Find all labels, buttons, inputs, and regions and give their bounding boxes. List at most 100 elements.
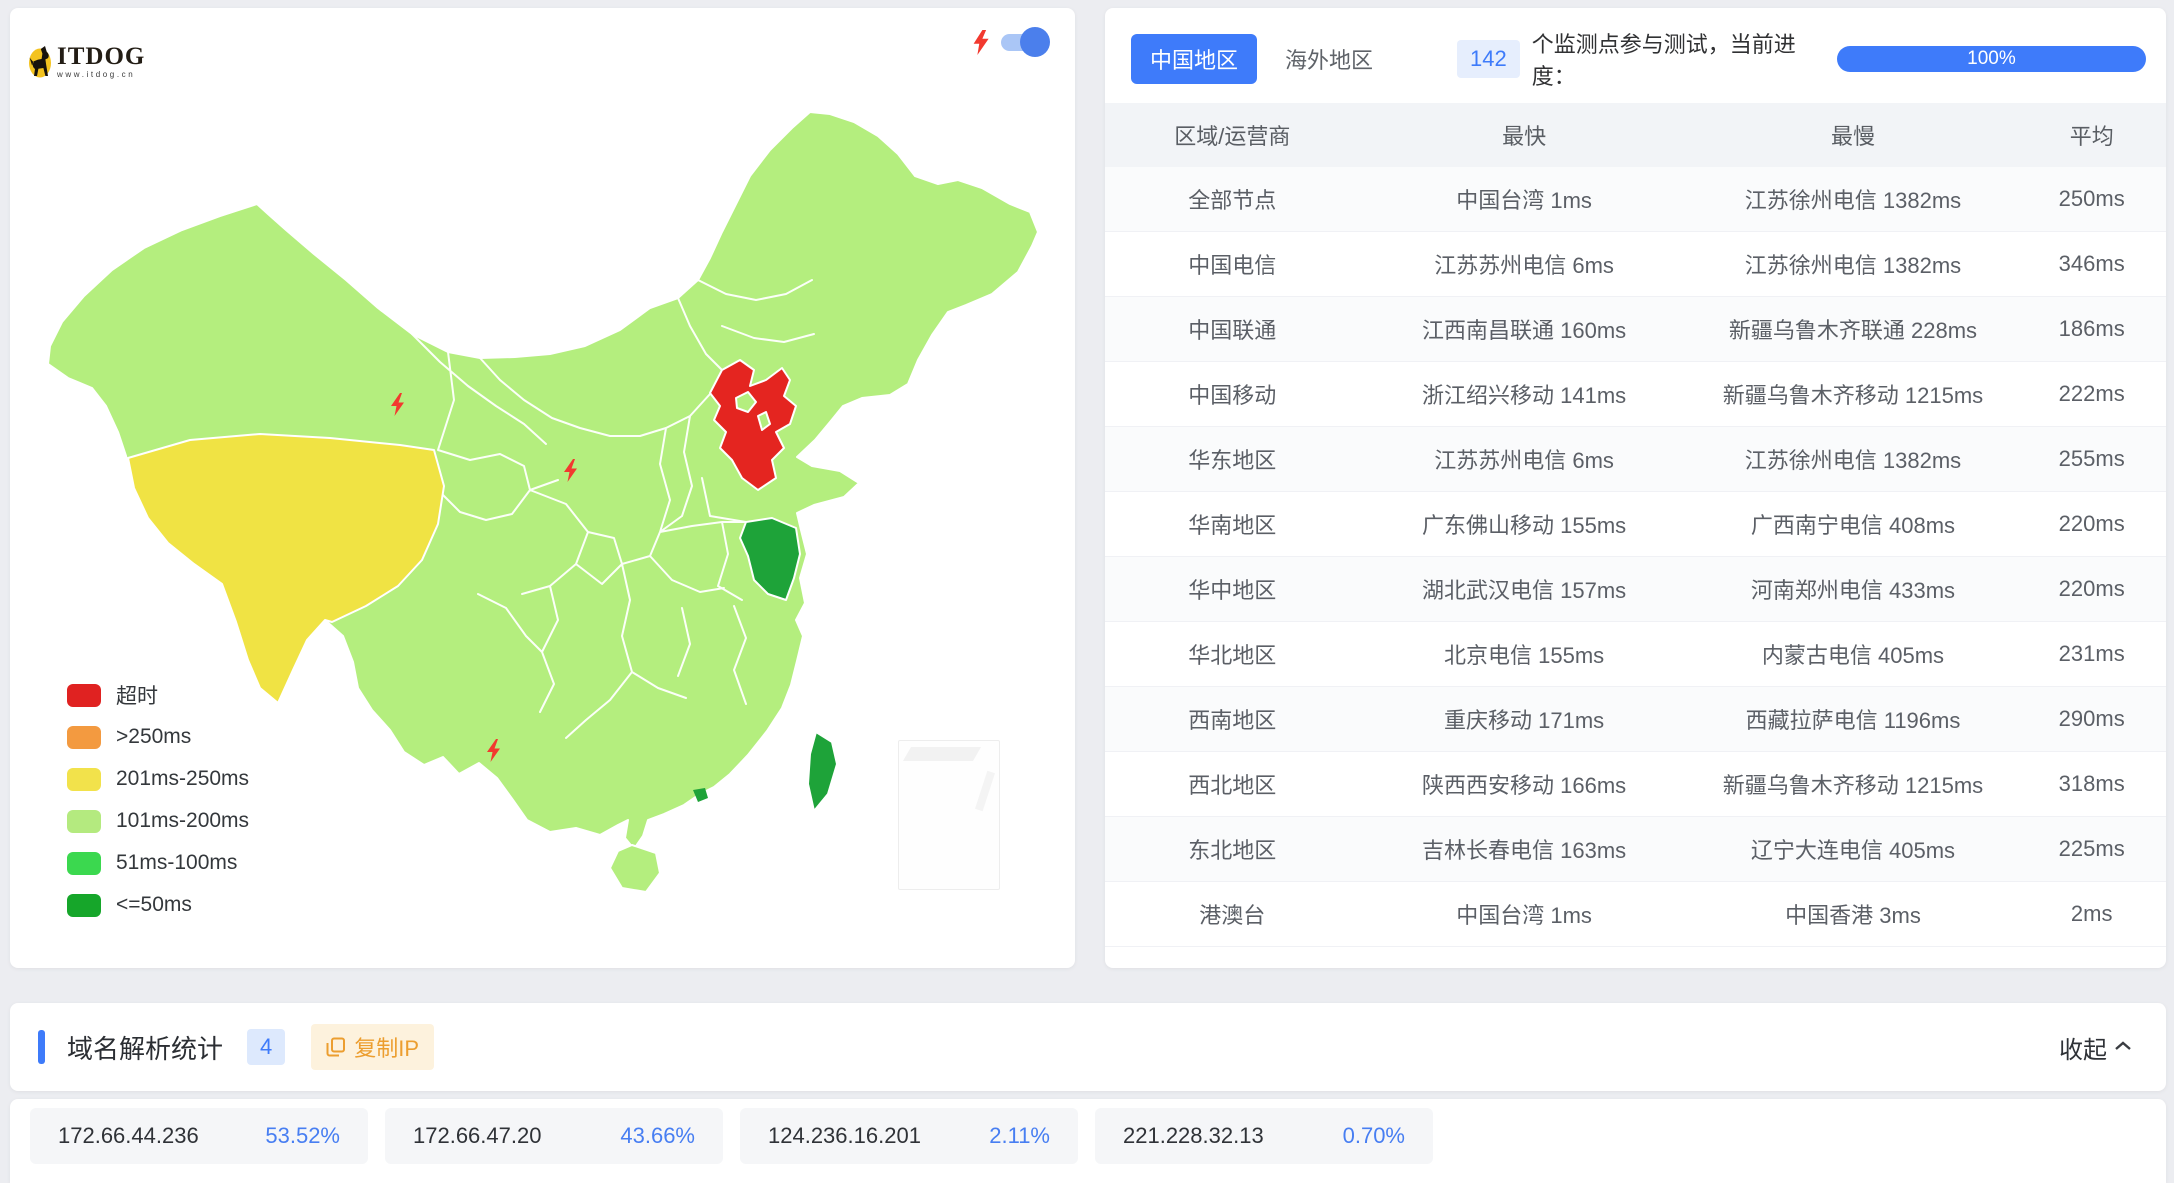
cell-region: 华东地区 [1105,443,1360,475]
legend-item: 101ms-200ms [67,809,249,833]
cell-slowest: 新疆乌鲁木齐移动 1215ms [1689,768,2018,800]
legend-label: >250ms [116,725,191,749]
cell-region: 港澳台 [1105,898,1360,930]
itdog-dog-icon [28,44,54,78]
ip-percent: 53.52% [265,1123,340,1149]
legend-swatch [67,768,101,791]
table-row: 中国联通 江西南昌联通 160ms 新疆乌鲁木齐联通 228ms 186ms [1105,297,2166,362]
cell-region: 华北地区 [1105,638,1360,670]
map-mode-toggle[interactable] [1001,34,1047,51]
tabs-row: 中国地区 海外地区 142 个监测点参与测试，当前进度： 100% [1105,8,2166,84]
ip-item: 172.66.47.20 43.66% [385,1108,723,1164]
table-row: 中国移动 浙江绍兴移动 141ms 新疆乌鲁木齐移动 1215ms 222ms [1105,362,2166,427]
copy-ip-label: 复制IP [354,1031,419,1063]
table-row: 中国电信 江苏苏州电信 6ms 江苏徐州电信 1382ms 346ms [1105,232,2166,297]
copy-icon [326,1037,346,1057]
legend-label: 201ms-250ms [116,767,249,791]
cell-fastest: 吉林长春电信 163ms [1360,833,1689,865]
legend-item: <=50ms [67,893,249,917]
legend-item: 超时 [67,683,249,707]
cell-fastest: 广东佛山移动 155ms [1360,508,1689,540]
header-average: 平均 [2017,119,2166,151]
header-region: 区域/运营商 [1105,119,1360,151]
cell-fastest: 湖北武汉电信 157ms [1360,573,1689,605]
table-row: 华北地区 北京电信 155ms 内蒙古电信 405ms 231ms [1105,622,2166,687]
ip-address: 124.236.16.201 [768,1123,921,1149]
cell-average: 290ms [2017,706,2166,732]
cell-fastest: 浙江绍兴移动 141ms [1360,378,1689,410]
monitor-text: 个监测点参与测试，当前进度： [1532,27,1837,91]
map-region-hainan [610,845,660,892]
ip-percent: 2.11% [989,1123,1050,1149]
legend-item: 201ms-250ms [67,767,249,791]
collapse-button[interactable]: 收起 [2059,1030,2132,1065]
legend-swatch [67,810,101,833]
latency-legend: 超时 >250ms 201ms-250ms 101ms-200ms 51ms-1… [67,683,249,935]
cell-average: 250ms [2017,186,2166,212]
table-row: 华南地区 广东佛山移动 155ms 广西南宁电信 408ms 220ms [1105,492,2166,557]
ip-item: 124.236.16.201 2.11% [740,1108,1078,1164]
cell-average: 346ms [2017,251,2166,277]
monitor-summary: 142 个监测点参与测试，当前进度： 100% [1457,27,2146,91]
cell-region: 中国电信 [1105,248,1360,280]
legend-swatch [67,726,101,749]
dns-stats-panel: 域名解析统计 4 复制IP 收起 [10,1003,2166,1091]
cell-region: 华南地区 [1105,508,1360,540]
ip-percent: 0.70% [1343,1123,1405,1149]
cell-slowest: 新疆乌鲁木齐移动 1215ms [1689,378,2018,410]
collapse-label: 收起 [2059,1030,2107,1065]
cell-average: 255ms [2017,446,2166,472]
chevron-up-icon [2114,1041,2132,1054]
ip-address: 172.66.47.20 [413,1123,541,1149]
legend-swatch [67,852,101,875]
table-row: 港澳台 中国台湾 1ms 中国香港 3ms 2ms [1105,882,2166,947]
table-row: 全部节点 中国台湾 1ms 江苏徐州电信 1382ms 250ms [1105,167,2166,232]
copy-ip-button[interactable]: 复制IP [311,1024,434,1070]
cell-slowest: 江苏徐州电信 1382ms [1689,443,2018,475]
cell-region: 西北地区 [1105,768,1360,800]
title-accent-bar [38,1030,45,1064]
tab-china[interactable]: 中国地区 [1131,34,1257,84]
header-fastest: 最快 [1360,119,1689,151]
cell-region: 中国移动 [1105,378,1360,410]
ip-percent: 43.66% [620,1123,695,1149]
cell-fastest: 江苏苏州电信 6ms [1360,248,1689,280]
legend-swatch [67,684,101,707]
header-slowest: 最慢 [1689,119,2018,151]
cell-average: 318ms [2017,771,2166,797]
cell-fastest: 江苏苏州电信 6ms [1360,443,1689,475]
ip-item: 221.228.32.13 0.70% [1095,1108,1433,1164]
table-row: 东北地区 吉林长春电信 163ms 辽宁大连电信 405ms 225ms [1105,817,2166,882]
legend-swatch [67,894,101,917]
progress-bar: 100% [1837,46,2146,72]
legend-item: >250ms [67,725,249,749]
table-row: 西北地区 陕西西安移动 166ms 新疆乌鲁木齐移动 1215ms 318ms [1105,752,2166,817]
legend-label: 超时 [116,680,158,710]
monitor-count-badge: 142 [1457,40,1520,78]
brand-url: www.itdog.cn [57,70,145,79]
ip-item: 172.66.44.236 53.52% [30,1108,368,1164]
cell-region: 全部节点 [1105,183,1360,215]
cell-average: 186ms [2017,316,2166,342]
toggle-knob [1020,27,1050,57]
south-china-sea-inset [898,740,1000,890]
cell-region: 中国联通 [1105,313,1360,345]
legend-label: 101ms-200ms [116,809,249,833]
results-panel: 中国地区 海外地区 142 个监测点参与测试，当前进度： 100% 区域/运营商… [1105,8,2166,968]
cell-slowest: 内蒙古电信 405ms [1689,638,2018,670]
cell-fastest: 中国台湾 1ms [1360,898,1689,930]
dns-title: 域名解析统计 [67,1029,223,1066]
map-panel: ITDOG www.itdog.cn [10,8,1075,968]
cell-average: 220ms [2017,576,2166,602]
cell-slowest: 辽宁大连电信 405ms [1689,833,2018,865]
ip-address: 172.66.44.236 [58,1123,199,1149]
tab-overseas[interactable]: 海外地区 [1279,34,1379,84]
cell-average: 222ms [2017,381,2166,407]
ip-address: 221.228.32.13 [1123,1123,1264,1149]
itdog-logo[interactable]: ITDOG www.itdog.cn [28,44,145,79]
cell-fastest: 重庆移动 171ms [1360,703,1689,735]
dns-count-badge: 4 [247,1029,285,1065]
table-row: 华中地区 湖北武汉电信 157ms 河南郑州电信 433ms 220ms [1105,557,2166,622]
cell-fastest: 陕西西安移动 166ms [1360,768,1689,800]
cell-slowest: 江苏徐州电信 1382ms [1689,183,2018,215]
